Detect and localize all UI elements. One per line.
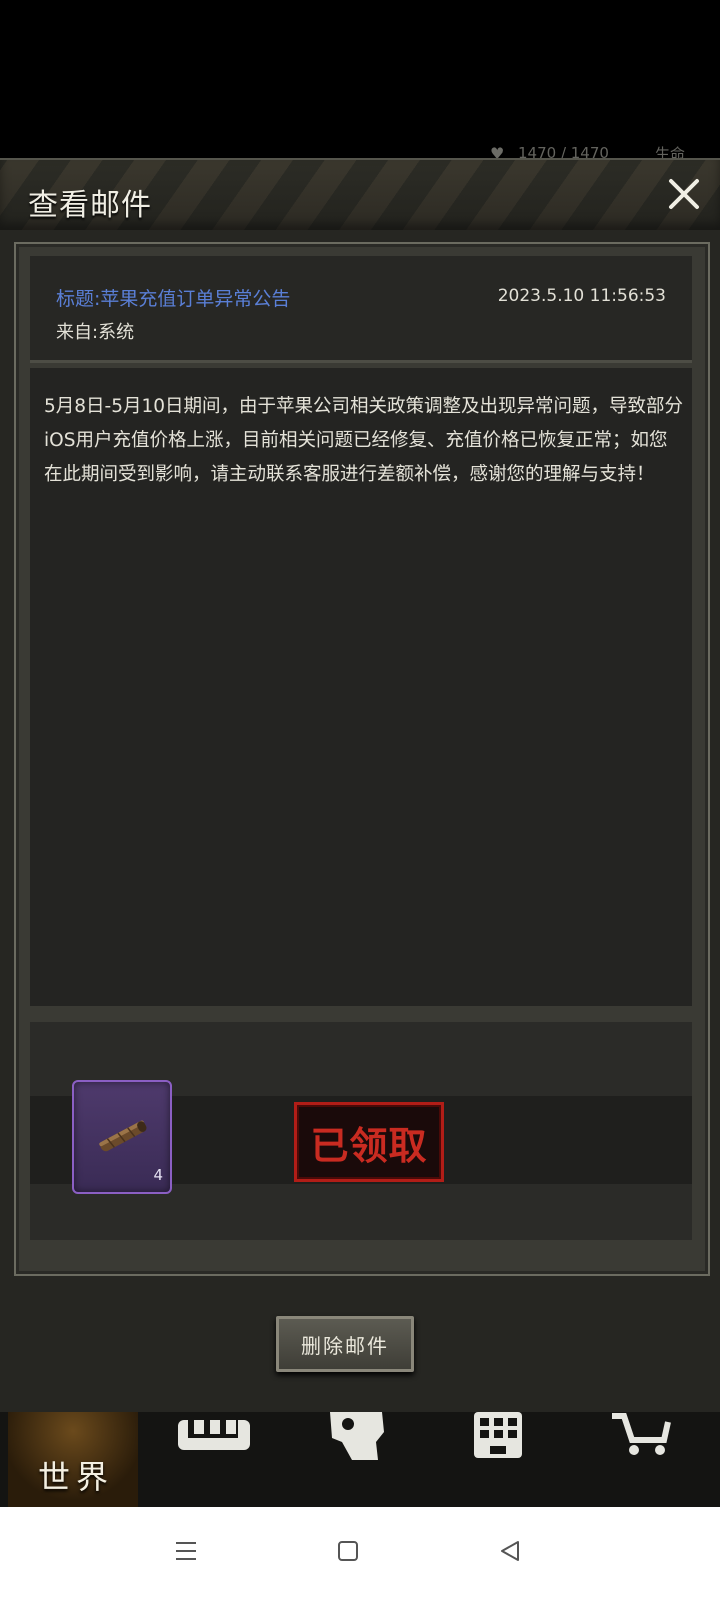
close-icon [669, 179, 699, 209]
cart-icon [612, 1413, 671, 1455]
claimed-stamp-text: 已领取 [310, 1123, 428, 1168]
mail-dialog: 查看邮件 标题:苹果充值订单异常公告 2023.5.10 11:56:53 来自… [0, 158, 720, 1443]
back-button[interactable] [492, 1533, 528, 1569]
attachment-item-slot[interactable]: 4 [72, 1080, 172, 1194]
nav-store[interactable] [610, 1412, 690, 1467]
nav-world-label: 世界 [38, 1458, 115, 1496]
close-button[interactable] [666, 176, 702, 212]
attachment-area: 4 已领取 [30, 1022, 692, 1240]
mail-body-text: 5月8日-5月10日期间，由于苹果公司相关政策调整及出现异常问题，导致部分iOS… [44, 396, 684, 485]
nav-shop[interactable] [176, 1412, 256, 1467]
delete-mail-button[interactable]: 删除邮件 [276, 1316, 414, 1372]
claimed-stamp: 已领取 [294, 1102, 444, 1182]
mail-content[interactable]: 5月8日-5月10日期间，由于苹果公司相关政策调整及出现异常问题，导致部分iOS… [30, 368, 692, 1006]
mail-sender: 来自:系统 [56, 322, 135, 343]
mail-subject: 标题:苹果充值订单异常公告 [56, 288, 291, 310]
mail-panel: 标题:苹果充值订单异常公告 2023.5.10 11:56:53 来自:系统 5… [14, 242, 710, 1276]
nav-building[interactable] [470, 1412, 550, 1467]
system-navigation-bar [0, 1507, 720, 1600]
back-icon [501, 1541, 519, 1561]
shop-icon [178, 1420, 250, 1450]
dialog-title: 查看邮件 [28, 188, 152, 223]
home-button[interactable] [330, 1533, 366, 1569]
item-count: 4 [153, 1166, 163, 1184]
cigar-icon [99, 1120, 147, 1152]
head-icon [330, 1412, 384, 1460]
recent-apps-button[interactable] [168, 1533, 204, 1569]
nav-world[interactable]: 世界 [8, 1412, 138, 1507]
mail-datetime: 2023.5.10 11:56:53 [497, 286, 666, 306]
menu-icon [176, 1542, 196, 1560]
mail-header: 标题:苹果充值订单异常公告 2023.5.10 11:56:53 来自:系统 [30, 256, 692, 363]
nav-character[interactable] [322, 1412, 402, 1467]
building-icon [474, 1412, 522, 1458]
bottom-nav: 世界 [0, 1412, 720, 1507]
home-icon [338, 1541, 358, 1561]
dialog-header: 查看邮件 [0, 160, 720, 230]
